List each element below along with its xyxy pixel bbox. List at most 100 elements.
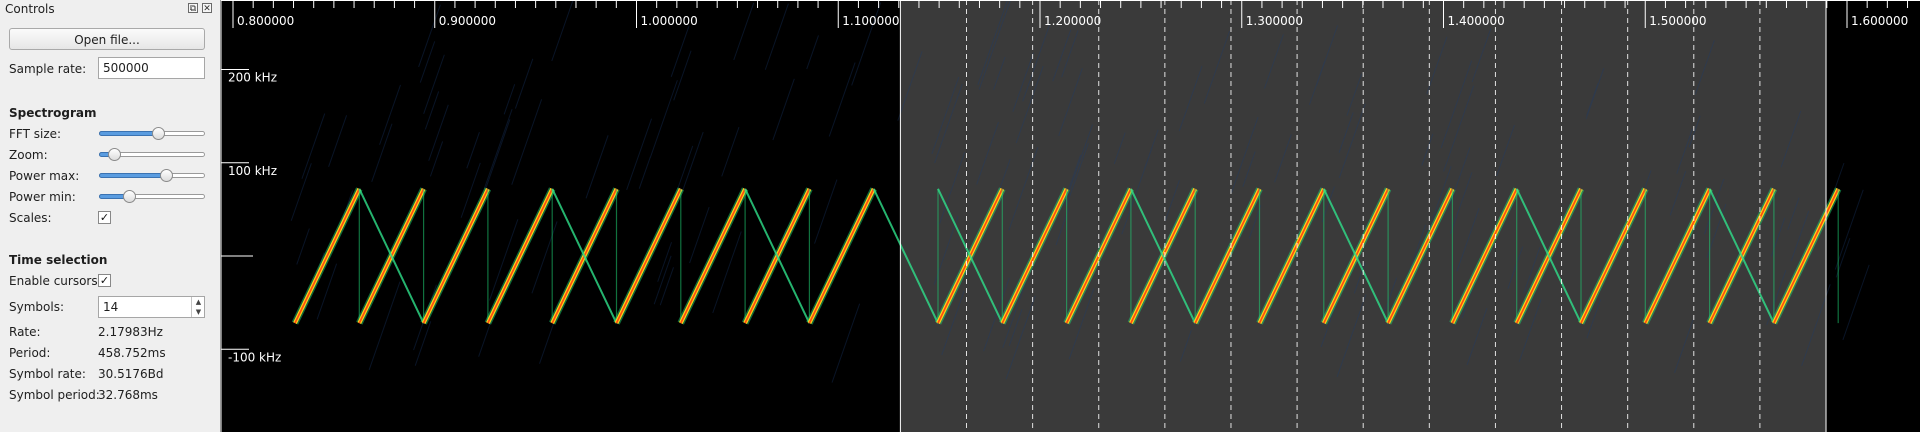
upchirp bbox=[484, 187, 556, 325]
noise-streak bbox=[670, 25, 690, 77]
noise-streak bbox=[814, 179, 838, 244]
noise-streak bbox=[806, 35, 819, 70]
upchirp bbox=[420, 187, 492, 325]
noise-streak bbox=[551, 0, 574, 62]
slider-fill bbox=[99, 131, 159, 136]
upchirp-core bbox=[422, 188, 489, 324]
noise-streak bbox=[414, 321, 432, 366]
noise-streak bbox=[301, 113, 326, 179]
controls-title: Controls bbox=[5, 2, 55, 16]
noise-streak bbox=[466, 131, 480, 169]
slider-fill bbox=[99, 173, 166, 178]
noise-streak bbox=[483, 109, 513, 189]
enable-cursors-checkbox[interactable]: ✓ bbox=[98, 274, 111, 287]
noise-streak bbox=[673, 50, 692, 101]
inspectrum-window: Controls ⧉ ✕ Open file... Sample rate: 5… bbox=[0, 0, 1920, 432]
noise-streak bbox=[290, 163, 312, 221]
noise-streak bbox=[1834, 189, 1864, 270]
spin-down-icon[interactable]: ▼ bbox=[192, 307, 205, 317]
fft-size-slider[interactable] bbox=[99, 127, 205, 140]
noise-streak bbox=[626, 118, 653, 191]
period-value: 458.752ms bbox=[98, 346, 166, 360]
rate-label: Rate: bbox=[9, 325, 41, 339]
time-tick-label: 1.200000 bbox=[1044, 14, 1101, 28]
upchirp-core bbox=[680, 188, 746, 324]
noise-streak bbox=[328, 115, 348, 167]
time-tick-label: 1.300000 bbox=[1246, 14, 1303, 28]
freq-tick-label: 100 kHz bbox=[228, 164, 277, 178]
noise-streak bbox=[296, 228, 310, 265]
power-min-label: Power min: bbox=[9, 190, 76, 204]
spin-arrows: ▲ ▼ bbox=[191, 297, 205, 317]
time-tick-label: 1.600000 bbox=[1851, 14, 1908, 28]
upchirp-core bbox=[294, 188, 361, 324]
close-icon[interactable]: ✕ bbox=[202, 3, 212, 14]
spectrogram-plot[interactable]: 0.800000 0.900000 1.000000 1.100000 1.200000… bbox=[221, 0, 1920, 432]
noise-streak bbox=[689, 206, 710, 264]
noise-streak bbox=[379, 84, 401, 145]
noise-streak bbox=[371, 123, 393, 182]
spin-up-icon[interactable]: ▲ bbox=[192, 297, 205, 307]
time-tick-label: 1.500000 bbox=[1649, 14, 1706, 28]
noise-streak bbox=[659, 267, 674, 306]
freq-tick-label: -100 kHz bbox=[228, 350, 281, 364]
time-selection-heading: Time selection bbox=[9, 253, 108, 267]
time-tick-label: 1.000000 bbox=[641, 14, 698, 28]
noise-streak bbox=[514, 58, 534, 109]
scales-checkbox[interactable]: ✓ bbox=[98, 211, 111, 224]
enable-cursors-label: Enable cursors: bbox=[9, 274, 102, 288]
period-label: Period: bbox=[9, 346, 51, 360]
time-tick-label: 0.800000 bbox=[237, 14, 294, 28]
noise-streak bbox=[831, 303, 861, 383]
noise-streak bbox=[764, 3, 789, 70]
noise-streak bbox=[828, 62, 856, 137]
upchirp bbox=[806, 187, 877, 325]
power-max-label: Power max: bbox=[9, 169, 80, 183]
symbol-period-value: 32.768ms bbox=[98, 388, 158, 402]
slider-handle[interactable] bbox=[122, 190, 136, 203]
open-file-button[interactable]: Open file... bbox=[9, 28, 205, 50]
rate-value: 2.17983Hz bbox=[98, 325, 163, 339]
symbol-rate-value: 30.5176Bd bbox=[98, 367, 164, 381]
symbol-period-label: Symbol period: bbox=[9, 388, 100, 402]
sample-rate-input[interactable]: 500000 bbox=[98, 57, 205, 79]
noise-streak bbox=[419, 41, 436, 83]
time-tick-label: 1.400000 bbox=[1448, 14, 1505, 28]
slider-handle[interactable] bbox=[152, 127, 166, 140]
symbols-input[interactable]: 14 bbox=[98, 296, 205, 318]
noise-streak bbox=[681, 131, 704, 193]
noise-streak bbox=[649, 80, 678, 158]
noise-streak bbox=[733, 2, 755, 61]
noise-streak bbox=[424, 91, 440, 130]
symbols-spinbox[interactable]: 14 ▲ ▼ bbox=[98, 296, 205, 318]
time-tick-label: 1.100000 bbox=[842, 14, 899, 28]
noise-streak bbox=[721, 126, 740, 177]
float-icon[interactable]: ⧉ bbox=[188, 3, 198, 14]
upchirp bbox=[677, 187, 749, 325]
power-min-slider[interactable] bbox=[99, 190, 205, 203]
freq-tick-label: 200 kHz bbox=[228, 71, 277, 85]
zoom-label: Zoom: bbox=[9, 148, 48, 162]
slider-handle[interactable] bbox=[107, 148, 121, 161]
upchirp-core bbox=[487, 188, 553, 324]
power-max-slider[interactable] bbox=[99, 169, 205, 182]
noise-streak bbox=[585, 135, 609, 199]
sample-rate-label: Sample rate: bbox=[9, 62, 87, 76]
time-tick-label: 0.900000 bbox=[439, 14, 496, 28]
zoom-slider[interactable] bbox=[99, 148, 205, 161]
noise-streak bbox=[503, 84, 516, 115]
scales-label: Scales: bbox=[9, 211, 52, 225]
noise-streak bbox=[1842, 264, 1870, 341]
noise-streak bbox=[531, 221, 558, 294]
upchirp bbox=[291, 187, 363, 325]
noise-streak bbox=[511, 99, 543, 185]
spectrogram-heading: Spectrogram bbox=[9, 106, 97, 120]
noise-streak bbox=[638, 156, 651, 189]
fft-size-label: FFT size: bbox=[9, 127, 62, 141]
upchirp-core bbox=[808, 188, 875, 324]
noise-streak bbox=[772, 78, 795, 141]
slider-handle[interactable] bbox=[159, 169, 173, 182]
controls-titlebar: Controls ⧉ ✕ bbox=[0, 0, 221, 18]
symbols-label: Symbols: bbox=[9, 300, 64, 314]
spectrogram-view[interactable]: 0.800000 0.900000 1.000000 1.100000 1.200000… bbox=[221, 0, 1920, 432]
